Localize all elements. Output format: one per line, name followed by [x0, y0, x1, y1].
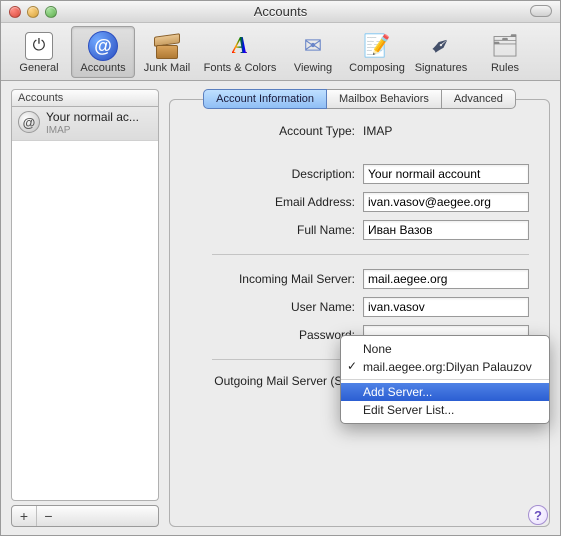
label-description: Description:: [190, 167, 355, 181]
tab-bar: Account Information Mailbox Behaviors Ad…: [169, 89, 550, 109]
row-username: User Name:: [190, 297, 529, 317]
smtp-option-none[interactable]: None: [341, 340, 549, 358]
label-fullname: Full Name:: [190, 223, 355, 237]
label-account-type: Account Type:: [190, 124, 355, 138]
rules-icon: 🗂︎: [490, 31, 520, 61]
content-area: Accounts @ Your normail ac... IMAP + − A…: [1, 81, 560, 535]
composing-icon: 📝: [362, 31, 392, 61]
tab-advanced[interactable]: Advanced: [442, 89, 516, 109]
account-protocol: IMAP: [46, 125, 139, 137]
menu-label: Edit Server List...: [363, 403, 454, 417]
sidebar-header: Accounts: [11, 89, 159, 107]
accounts-sidebar: Accounts @ Your normail ac... IMAP + −: [11, 89, 159, 527]
incoming-server-field[interactable]: [363, 269, 529, 289]
menu-separator: [341, 379, 549, 380]
row-incoming: Incoming Mail Server:: [190, 269, 529, 289]
toolbar-item-accounts[interactable]: @ Accounts: [71, 26, 135, 78]
window-title: Accounts: [1, 4, 560, 19]
menu-label: mail.aegee.org:Dilyan Palauzov: [363, 360, 532, 374]
preferences-toolbar: ⏻ General @ Accounts Junk Mail A Fonts &…: [1, 23, 560, 81]
separator: [212, 254, 529, 255]
tab-account-info[interactable]: Account Information: [203, 89, 327, 109]
row-description: Description:: [190, 164, 529, 184]
titlebar: Accounts: [1, 1, 560, 23]
check-icon: ✓: [347, 359, 357, 373]
smtp-option-add[interactable]: Add Server...: [341, 383, 549, 401]
email-field[interactable]: [363, 192, 529, 212]
account-info-panel: Account Type: IMAP Description: Email Ad…: [169, 99, 550, 527]
toolbar-item-viewing[interactable]: ✉︎ Viewing: [281, 26, 345, 78]
toolbar-label: Composing: [349, 62, 405, 74]
smtp-option-edit[interactable]: Edit Server List...: [341, 401, 549, 419]
viewing-icon: ✉︎: [298, 31, 328, 61]
junk-box-icon: [152, 31, 182, 61]
switch-icon: ⏻: [24, 31, 54, 61]
account-name: Your normail ac...: [46, 111, 139, 125]
accounts-list[interactable]: @ Your normail ac... IMAP: [11, 107, 159, 501]
toolbar-label: Viewing: [294, 62, 332, 74]
toolbar-item-composing[interactable]: 📝 Composing: [345, 26, 409, 78]
smtp-option-selected[interactable]: ✓ mail.aegee.org:Dilyan Palauzov: [341, 358, 549, 376]
account-texts: Your normail ac... IMAP: [46, 111, 139, 136]
tab-mailbox-behaviors[interactable]: Mailbox Behaviors: [327, 89, 442, 109]
toolbar-item-rules[interactable]: 🗂︎ Rules: [473, 26, 537, 78]
toolbar-label: Accounts: [80, 62, 125, 74]
toolbar-label: Rules: [491, 62, 519, 74]
label-incoming: Incoming Mail Server:: [190, 272, 355, 286]
toolbar-item-fonts[interactable]: A Fonts & Colors: [199, 26, 281, 78]
toolbar-item-signatures[interactable]: ✒︎ Signatures: [409, 26, 473, 78]
label-email: Email Address:: [190, 195, 355, 209]
at-icon: @: [88, 31, 118, 61]
toolbar-label: Junk Mail: [144, 62, 190, 74]
add-account-button[interactable]: +: [12, 506, 36, 526]
toolbar-toggle-pill[interactable]: [530, 5, 552, 17]
toolbar-label: Fonts & Colors: [204, 62, 277, 74]
menu-label: Add Server...: [363, 385, 432, 399]
label-username: User Name:: [190, 300, 355, 314]
at-icon: @: [18, 111, 40, 133]
pen-icon: ✒︎: [420, 25, 462, 67]
remove-account-button[interactable]: −: [36, 506, 60, 526]
smtp-popup-menu: None ✓ mail.aegee.org:Dilyan Palauzov Ad…: [340, 335, 550, 424]
username-field[interactable]: [363, 297, 529, 317]
fonts-icon: A: [225, 31, 255, 61]
menu-label: None: [363, 342, 392, 356]
toolbar-label: General: [19, 62, 58, 74]
preferences-window: Accounts ⏻ General @ Accounts Junk Mail …: [0, 0, 561, 536]
fullname-field[interactable]: [363, 220, 529, 240]
value-account-type: IMAP: [363, 124, 392, 138]
toolbar-item-junk[interactable]: Junk Mail: [135, 26, 199, 78]
label-password: Password:: [190, 328, 355, 342]
help-button[interactable]: ?: [528, 505, 548, 525]
row-email: Email Address:: [190, 192, 529, 212]
toolbar-item-general[interactable]: ⏻ General: [7, 26, 71, 78]
row-account-type: Account Type: IMAP: [190, 124, 529, 138]
account-row[interactable]: @ Your normail ac... IMAP: [12, 107, 158, 141]
description-field[interactable]: [363, 164, 529, 184]
add-remove-buttons: + −: [11, 505, 159, 527]
main-panel: Account Information Mailbox Behaviors Ad…: [169, 89, 550, 527]
row-fullname: Full Name:: [190, 220, 529, 240]
